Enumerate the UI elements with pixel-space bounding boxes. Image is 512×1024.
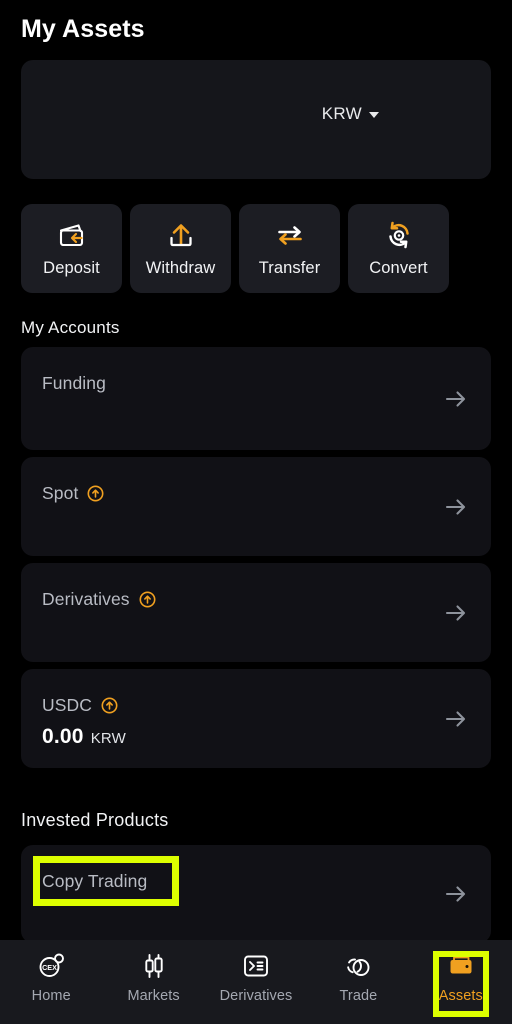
arrow-right-icon (445, 604, 466, 621)
two-circles-icon (347, 958, 370, 976)
nav-label-markets: Markets (127, 988, 180, 1004)
invested-name: Copy Trading (42, 871, 148, 891)
convert-button[interactable]: Convert (348, 204, 449, 293)
convert-refresh-icon (388, 221, 409, 249)
wallet-icon (450, 956, 472, 974)
nav-item-assets[interactable]: Assets (410, 951, 512, 1004)
currency-selector[interactable]: KRW (322, 104, 379, 124)
nav-item-trade[interactable]: Trade (307, 951, 409, 1004)
nav-item-home[interactable]: CEX Home (0, 951, 102, 1004)
account-card-usdc[interactable]: USDC 0.00 KRW (21, 669, 491, 768)
nav-label-trade: Trade (339, 988, 378, 1004)
quick-actions-row: Deposit Withdraw Transfer Convert (21, 204, 491, 293)
withdraw-button[interactable]: Withdraw (130, 204, 231, 293)
svg-text:CEX: CEX (42, 963, 57, 972)
my-accounts-heading: My Accounts (21, 318, 120, 337)
account-name: Funding (42, 373, 106, 393)
deposit-label: Deposit (43, 259, 100, 277)
terminal-box-icon (244, 955, 268, 977)
candlestick-icon (144, 954, 163, 978)
arrow-right-icon (445, 390, 466, 407)
account-balance-amount: 0.00 (42, 725, 84, 748)
arrow-up-circle-icon (87, 485, 104, 502)
account-card-derivatives[interactable]: Derivatives (21, 563, 491, 662)
transfer-arrows-icon (277, 226, 302, 245)
account-card-spot[interactable]: Spot (21, 457, 491, 556)
page-title: My Assets (21, 15, 145, 43)
withdraw-upload-icon (169, 224, 192, 247)
account-card-funding[interactable]: Funding (21, 347, 491, 450)
account-balance-unit: KRW (90, 730, 127, 747)
cex-circle-icon: CEX (39, 953, 65, 977)
account-name: Derivatives (42, 589, 130, 609)
arrow-right-icon (445, 710, 466, 727)
nav-label-home: Home (31, 988, 71, 1004)
nav-label-derivatives: Derivatives (219, 988, 293, 1004)
currency-label: KRW (321, 104, 362, 123)
withdraw-label: Withdraw (145, 259, 216, 277)
account-label-row: USDC (42, 695, 118, 716)
invested-label-row: Copy Trading (42, 871, 147, 892)
balance-card: KRW (21, 60, 491, 179)
account-label-row: Spot (42, 483, 104, 504)
account-balance-row: 0.00 KRW (42, 725, 126, 749)
invested-products-heading: Invested Products (21, 810, 169, 830)
transfer-label: Transfer (258, 259, 321, 277)
deposit-wallet-icon (59, 224, 83, 247)
nav-item-markets[interactable]: Markets (102, 951, 204, 1004)
assets-screen: My Assets KRW Deposit Withdraw Transfer … (0, 0, 512, 1024)
arrow-right-icon (445, 498, 466, 515)
arrow-right-icon (445, 886, 466, 902)
chevron-down-icon (369, 112, 379, 118)
deposit-button[interactable]: Deposit (21, 204, 122, 293)
account-label-row: Derivatives (42, 589, 156, 610)
account-label-row: Funding (42, 373, 106, 394)
invested-card-copy-trading[interactable]: Copy Trading (21, 845, 491, 943)
arrow-up-circle-icon (139, 591, 156, 608)
account-name: USDC (42, 695, 92, 715)
nav-item-derivatives[interactable]: Derivatives (205, 951, 307, 1004)
nav-label-assets: Assets (438, 988, 483, 1004)
bottom-navigation: CEX Home Markets Derivatives Trade Asset… (0, 940, 512, 1024)
arrow-up-circle-icon (101, 697, 118, 714)
account-name: Spot (42, 483, 79, 503)
convert-label: Convert (369, 259, 428, 277)
transfer-button[interactable]: Transfer (239, 204, 340, 293)
